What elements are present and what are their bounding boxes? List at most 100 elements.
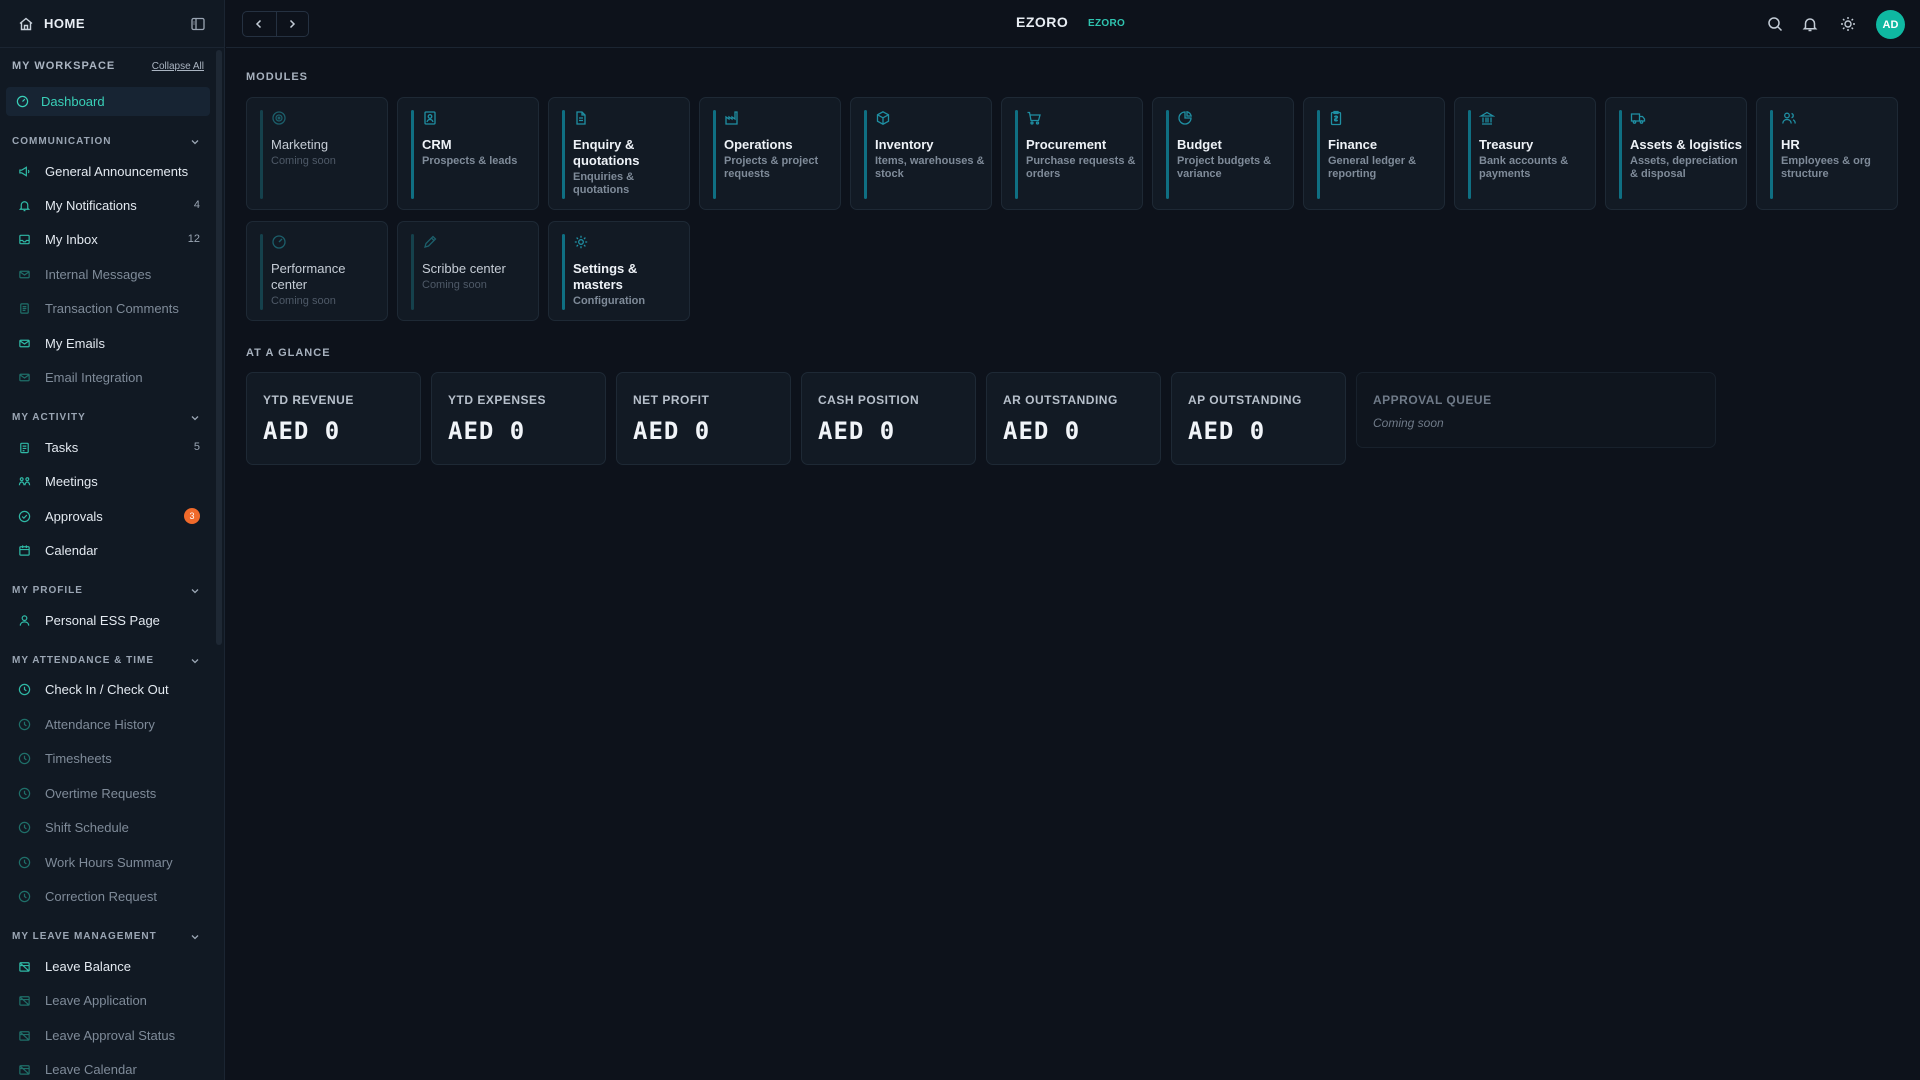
kpi-label: AP OUTSTANDING bbox=[1188, 393, 1302, 407]
avatar[interactable]: AD bbox=[1876, 10, 1905, 39]
group-title: MY PROFILE bbox=[12, 585, 83, 596]
group-profile[interactable]: MY PROFILE bbox=[12, 585, 200, 596]
module-title: Marketing Coming soon bbox=[271, 137, 383, 168]
sidebar-item-label: Leave Balance bbox=[45, 958, 132, 974]
sidebar-item-leave-approval-status[interactable]: Leave Approval Status bbox=[18, 1023, 200, 1047]
module-card-budget[interactable]: Budget Project budgets & variance bbox=[1152, 97, 1294, 210]
sidebar-toggle-icon[interactable] bbox=[190, 16, 206, 32]
kpi-label: YTD REVENUE bbox=[263, 393, 354, 407]
sidebar-item-overtime[interactable]: Overtime Requests bbox=[18, 781, 200, 805]
module-card-operations[interactable]: Operations Projects & project requests bbox=[699, 97, 841, 210]
sidebar-item-checkin[interactable]: Check In / Check Out bbox=[18, 677, 200, 701]
module-title: Budget Project budgets & variance bbox=[1177, 137, 1289, 181]
sidebar-item-email-integration[interactable]: Email Integration bbox=[18, 365, 200, 389]
module-accent-bar bbox=[260, 234, 263, 310]
group-attendance[interactable]: MY ATTENDANCE & TIME bbox=[12, 655, 200, 666]
bell-icon[interactable] bbox=[1801, 15, 1819, 33]
company-switcher[interactable]: EZORO bbox=[1088, 18, 1125, 29]
module-card-marketing[interactable]: Marketing Coming soon bbox=[246, 97, 388, 210]
module-subtitle: Bank accounts & payments bbox=[1479, 155, 1569, 180]
sidebar-item-announcements[interactable]: General Announcements bbox=[18, 159, 200, 183]
search-icon[interactable] bbox=[1766, 15, 1784, 33]
module-card-treasury[interactable]: Treasury Bank accounts & payments bbox=[1454, 97, 1596, 210]
sidebar-item-meetings[interactable]: Meetings bbox=[18, 469, 200, 493]
module-card-assets[interactable]: Assets & logistics Assets, depreciation &… bbox=[1605, 97, 1747, 210]
sidebar-item-attendance-history[interactable]: Attendance History bbox=[18, 712, 200, 736]
module-accent-bar bbox=[1015, 110, 1018, 199]
gauge-icon bbox=[271, 234, 287, 250]
sidebar-item-label: Overtime Requests bbox=[45, 785, 157, 801]
check-circle-icon bbox=[18, 510, 31, 523]
sidebar-item-tasks[interactable]: Tasks 5 bbox=[18, 435, 200, 459]
mail-icon bbox=[18, 371, 31, 384]
back-button[interactable] bbox=[243, 12, 276, 36]
clock-icon bbox=[18, 718, 31, 731]
kpi-value: AED 0 bbox=[1003, 417, 1081, 445]
module-card-finance[interactable]: Finance General ledger & reporting bbox=[1303, 97, 1445, 210]
collapse-all-link[interactable]: Collapse All bbox=[152, 61, 204, 72]
group-activity[interactable]: MY ACTIVITY bbox=[12, 412, 200, 423]
sidebar-item-dashboard[interactable]: Dashboard bbox=[6, 87, 210, 116]
sidebar-item-notifications[interactable]: My Notifications 4 bbox=[18, 193, 200, 217]
module-title: Settings & masters Configuration bbox=[573, 261, 685, 308]
glance-label: AT A GLANCE bbox=[246, 347, 331, 359]
sidebar-item-timesheets[interactable]: Timesheets bbox=[18, 746, 200, 770]
kpi-value: AED 0 bbox=[1188, 417, 1266, 445]
kpi-ar-outstanding[interactable]: AR OUTSTANDING AED 0 bbox=[986, 372, 1161, 465]
kpi-cash-position[interactable]: CASH POSITION AED 0 bbox=[801, 372, 976, 465]
group-leave[interactable]: MY LEAVE MANAGEMENT bbox=[12, 931, 200, 942]
kpi-value: AED 0 bbox=[818, 417, 896, 445]
sidebar-item-internal-messages[interactable]: Internal Messages bbox=[18, 262, 200, 286]
module-title: Finance General ledger & reporting bbox=[1328, 137, 1440, 181]
sidebar-item-leave-calendar[interactable]: Leave Calendar bbox=[18, 1057, 200, 1080]
module-subtitle: Assets, depreciation & disposal bbox=[1630, 155, 1738, 180]
module-card-crm[interactable]: CRM Prospects & leads bbox=[397, 97, 539, 210]
sidebar-item-label: Calendar bbox=[45, 542, 98, 558]
module-subtitle: Projects & project requests bbox=[724, 155, 819, 180]
kpi-ytd-revenue[interactable]: YTD REVENUE AED 0 bbox=[246, 372, 421, 465]
people-icon bbox=[1781, 110, 1797, 126]
sidebar-item-leave-balance[interactable]: Leave Balance bbox=[18, 954, 200, 978]
kpi-label: APPROVAL QUEUE bbox=[1373, 393, 1492, 407]
theme-toggle-icon[interactable] bbox=[1839, 15, 1857, 33]
module-card-performance[interactable]: Performance center Coming soon bbox=[246, 221, 388, 321]
inbox-count: 12 bbox=[187, 233, 200, 245]
workspace-title: MY WORKSPACE bbox=[12, 60, 116, 72]
forward-button[interactable] bbox=[275, 12, 309, 36]
sidebar-item-label: Meetings bbox=[45, 473, 98, 489]
kpi-ytd-expenses[interactable]: YTD EXPENSES AED 0 bbox=[431, 372, 606, 465]
sidebar-item-label: My Notifications bbox=[45, 197, 137, 213]
module-accent-bar bbox=[1619, 110, 1622, 199]
module-card-scribbe[interactable]: Scribbe center Coming soon bbox=[397, 221, 539, 321]
group-communication[interactable]: COMMUNICATION bbox=[12, 136, 200, 147]
sidebar-item-emails[interactable]: My Emails bbox=[18, 331, 200, 355]
megaphone-icon bbox=[18, 165, 31, 178]
module-title: Scribbe center Coming soon bbox=[422, 261, 534, 292]
kpi-ap-outstanding[interactable]: AP OUTSTANDING AED 0 bbox=[1171, 372, 1346, 465]
sidebar-item-approvals[interactable]: Approvals 3 bbox=[18, 504, 200, 528]
module-card-inventory[interactable]: Inventory Items, warehouses & stock bbox=[850, 97, 992, 210]
module-card-enquiry[interactable]: Enquiry & quotations Enquiries & quotatio… bbox=[548, 97, 690, 210]
module-card-settings[interactable]: Settings & masters Configuration bbox=[548, 221, 690, 321]
sidebar-item-ess[interactable]: Personal ESS Page bbox=[18, 608, 200, 632]
module-card-procurement[interactable]: Procurement Purchase requests & orders bbox=[1001, 97, 1143, 210]
kpi-label: YTD EXPENSES bbox=[448, 393, 547, 407]
sidebar-item-leave-application[interactable]: Leave Application bbox=[18, 988, 200, 1012]
chevron-down-icon bbox=[190, 932, 200, 942]
sidebar-item-inbox[interactable]: My Inbox 12 bbox=[18, 227, 200, 251]
contact-card-icon bbox=[422, 110, 438, 126]
chevron-right-icon bbox=[286, 18, 298, 30]
module-card-hr[interactable]: HR Employees & org structure bbox=[1756, 97, 1898, 210]
sidebar-scrollbar[interactable] bbox=[216, 50, 222, 645]
home-label[interactable]: HOME bbox=[44, 16, 85, 31]
mail-icon bbox=[18, 268, 31, 281]
sidebar-item-work-hours[interactable]: Work Hours Summary bbox=[18, 850, 200, 874]
kpi-net-profit[interactable]: NET PROFIT AED 0 bbox=[616, 372, 791, 465]
sidebar-item-shift[interactable]: Shift Schedule bbox=[18, 815, 200, 839]
sidebar-item-calendar[interactable]: Calendar bbox=[18, 538, 200, 562]
sidebar-item-correction[interactable]: Correction Request bbox=[18, 884, 200, 908]
sidebar-header: HOME bbox=[0, 0, 224, 48]
sidebar-item-label: Shift Schedule bbox=[45, 819, 129, 835]
modules-label: MODULES bbox=[246, 71, 308, 83]
sidebar-item-transaction-comments[interactable]: Transaction Comments bbox=[18, 296, 200, 320]
